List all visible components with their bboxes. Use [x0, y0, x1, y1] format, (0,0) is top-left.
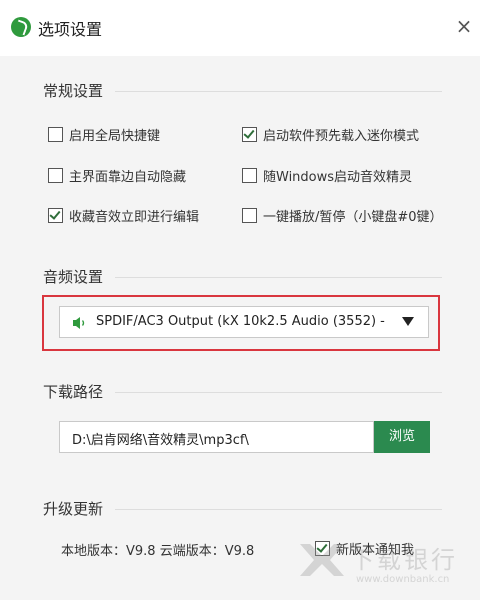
- checkbox-label: 一键播放/暂停（小键盘#0键）: [263, 209, 443, 225]
- checkbox-box: [48, 207, 63, 223]
- watermark-logo-icon: [300, 544, 344, 576]
- watermark: 下载银行 www.downbank.cn: [292, 530, 480, 600]
- checkbox-box: [242, 207, 257, 223]
- checkbox-box: [242, 126, 257, 142]
- startup-with-windows-checkbox[interactable]: 随Windows启动音效精灵: [242, 165, 412, 185]
- checkbox-label: 主界面靠边自动隐藏: [69, 169, 187, 185]
- app-logo-icon: [11, 17, 31, 37]
- checkbox-label: 启动软件预先载入迷你模式: [263, 128, 420, 144]
- checkbox-box: [48, 126, 63, 142]
- checkbox-box: [48, 167, 63, 183]
- selected-device: SPDIF/AC3 Output (kX 10k2.5 Audio (3552)…: [96, 314, 385, 329]
- global-hotkey-checkbox[interactable]: 启用全局快捷键: [48, 124, 160, 144]
- upgrade-section-title: 升级更新: [43, 500, 104, 518]
- title-bar: 选项设置 ×: [0, 0, 480, 56]
- audio-device-select[interactable]: SPDIF/AC3 Output (kX 10k2.5 Audio (3552)…: [59, 306, 429, 338]
- watermark-text: 下载银行: [350, 546, 458, 574]
- download-section-title: 下载路径: [43, 383, 104, 401]
- checkbox-label: 随Windows启动音效精灵: [263, 169, 413, 185]
- general-divider: [115, 91, 442, 92]
- download-divider: [115, 392, 442, 393]
- checkbox-label: 启用全局快捷键: [69, 128, 161, 144]
- checkbox-label: 收藏音效立即进行编辑: [69, 209, 200, 225]
- download-path-field[interactable]: D:\启肯网络\音效精灵\mp3cf\: [59, 421, 374, 453]
- speaker-icon: [73, 317, 85, 329]
- audio-section-title: 音频设置: [43, 268, 104, 286]
- checkbox-box: [242, 167, 257, 183]
- version-info: 本地版本：V9.8 云端版本：V9.8: [61, 544, 255, 559]
- browse-button[interactable]: 浏览: [374, 421, 430, 453]
- upgrade-divider: [115, 509, 442, 510]
- watermark-url: www.downbank.cn: [356, 574, 450, 585]
- edit-on-favorite-checkbox[interactable]: 收藏音效立即进行编辑: [48, 205, 199, 225]
- dropdown-arrow-icon: [402, 317, 414, 326]
- auto-hide-checkbox[interactable]: 主界面靠边自动隐藏: [48, 165, 186, 185]
- close-button[interactable]: ×: [454, 16, 474, 36]
- general-section-title: 常规设置: [43, 82, 104, 100]
- audio-divider: [115, 277, 442, 278]
- window-title: 选项设置: [38, 20, 103, 39]
- one-key-play-pause-checkbox[interactable]: 一键播放/暂停（小键盘#0键）: [242, 205, 443, 225]
- preload-mini-mode-checkbox[interactable]: 启动软件预先载入迷你模式: [242, 124, 419, 144]
